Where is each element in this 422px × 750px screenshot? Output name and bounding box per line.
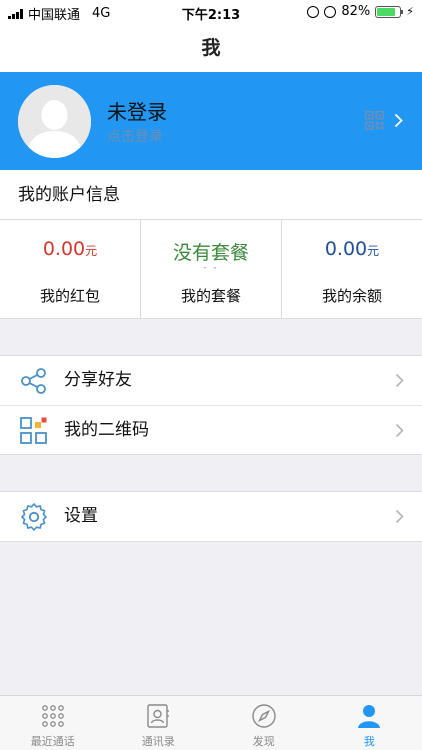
balance-label: 我的余额	[321, 287, 382, 305]
plan-sub: - -	[203, 263, 219, 273]
tab-discover[interactable]: 发现	[211, 696, 317, 750]
tab-label-recent: 最近通话	[30, 735, 75, 748]
profile-header[interactable]: 未登录 点击登录	[0, 72, 422, 170]
plan-label: 我的套餐	[180, 287, 241, 305]
menu-item-settings[interactable]: 设置	[0, 492, 422, 541]
red-packet-value: 0.00元	[42, 238, 98, 260]
tab-label-contacts: 通讯录	[141, 735, 175, 748]
compass-icon	[252, 704, 276, 728]
red-packet-label: 我的红包	[39, 287, 100, 305]
menu-group-settings: 设置	[0, 491, 422, 542]
tab-label-me: 我	[363, 735, 375, 748]
avatar[interactable]	[18, 85, 91, 158]
chevron-right-icon	[395, 373, 404, 388]
qr-code-icon[interactable]	[365, 111, 384, 130]
orientation-lock-icon	[307, 5, 320, 18]
tab-bar: 最近通话 通讯录 发现 我	[0, 695, 422, 750]
login-prompt[interactable]: 点击登录	[107, 126, 163, 146]
gear-icon	[21, 503, 47, 531]
tab-contacts[interactable]: 通讯录	[106, 696, 212, 750]
tab-label-discover: 发现	[252, 735, 275, 748]
dialpad-icon	[41, 705, 64, 727]
menu-label-qrcode: 我的二维码	[64, 420, 149, 440]
status-right: 82% ⚡	[307, 4, 414, 19]
menu-item-share-friends[interactable]: 分享好友	[0, 356, 422, 405]
chevron-right-icon	[395, 509, 404, 524]
balance-value: 0.00元	[324, 238, 380, 260]
balance-cell[interactable]: 0.00元 我的余额	[281, 220, 422, 318]
qr-grid-icon	[20, 417, 47, 444]
chevron-right-icon	[395, 423, 404, 438]
tab-me[interactable]: 我	[317, 696, 422, 750]
red-packet-cell[interactable]: 0.00元 我的红包	[0, 220, 140, 318]
plan-cell[interactable]: 没有套餐 - - 我的套餐	[140, 220, 281, 318]
plan-value: 没有套餐	[172, 242, 249, 264]
menu-group-share: 分享好友 我的二维码	[0, 355, 422, 455]
person-icon	[358, 705, 381, 728]
battery-icon	[375, 5, 404, 18]
page-title: 我	[0, 24, 422, 72]
menu-item-my-qrcode[interactable]: 我的二维码	[0, 405, 422, 454]
contacts-icon	[147, 704, 170, 728]
account-summary: 0.00元 我的红包 没有套餐 - - 我的套餐 0.00元 我的余额	[0, 220, 422, 319]
tab-recent-calls[interactable]: 最近通话	[0, 696, 106, 750]
status-bar: 中国联通 4G 下午2:13 82% ⚡	[0, 0, 422, 24]
share-icon	[21, 368, 46, 394]
chevron-right-icon[interactable]	[394, 113, 403, 128]
charging-icon: ⚡	[406, 5, 414, 18]
menu-label-settings: 设置	[64, 506, 98, 526]
profile-name: 未登录	[107, 100, 167, 124]
alarm-icon	[324, 5, 337, 18]
account-header: 我的账户信息	[0, 170, 422, 220]
menu-label-share: 分享好友	[64, 370, 132, 390]
default-avatar-icon	[18, 85, 91, 158]
battery-percent: 82%	[341, 4, 371, 19]
